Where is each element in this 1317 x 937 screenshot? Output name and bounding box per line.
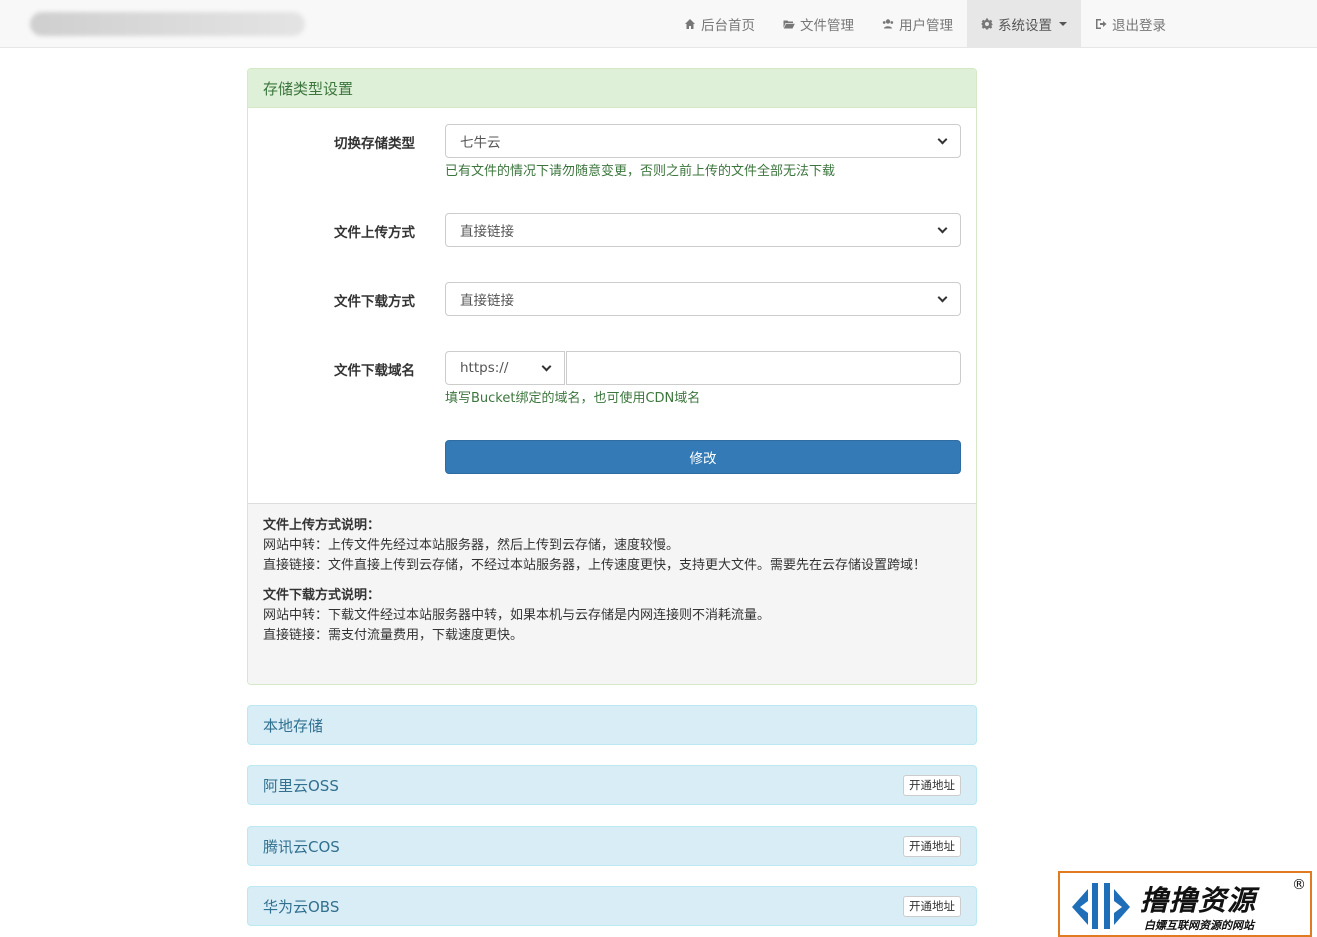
chevron-down-icon (937, 134, 948, 144)
logo-subtitle: 白嫖互联网资源的网站 (1144, 919, 1254, 932)
chevron-down-icon (937, 292, 948, 302)
provider-panel-local[interactable]: 本地存储 (247, 705, 977, 745)
folder-open-icon (783, 20, 795, 29)
nav-item-users[interactable]: 用户管理 (868, 0, 967, 48)
top-navbar: 后台首页 文件管理 用户管理 系统设置 退出登录 (0, 0, 1317, 48)
download-domain-help: 填写Bucket绑定的域名，也可使用CDN域名 (445, 391, 701, 406)
nav-item-settings[interactable]: 系统设置 (967, 0, 1081, 48)
storage-type-value: 七牛云 (460, 135, 501, 151)
provider-name: 华为云OBS (263, 897, 340, 916)
provider-name: 本地存储 (263, 716, 324, 735)
provider-name: 阿里云OSS (263, 776, 339, 795)
nav-label: 系统设置 (998, 18, 1052, 34)
download-note-relay: 网站中转：下载文件经过本站服务器中转，如果本机与云存储是内网连接则不消耗流量。 (263, 608, 771, 623)
chevron-down-icon (937, 223, 948, 233)
provider-name: 腾讯云COS (263, 837, 340, 856)
download-notes-title: 文件下载方式说明： (263, 588, 381, 603)
upload-notes-title: 文件上传方式说明： (263, 518, 381, 533)
logout-icon (1096, 19, 1107, 29)
nav-label: 退出登录 (1112, 18, 1166, 34)
upload-method-label: 文件上传方式 (334, 225, 415, 241)
gear-icon (981, 18, 993, 30)
home-icon (685, 19, 695, 29)
watermark-logo: 撸撸资源 ® 白嫖互联网资源的网站 (1058, 871, 1312, 937)
download-method-value: 直接链接 (460, 293, 514, 309)
upload-note-direct: 直接链接：文件直接上传到云存储，不经过本站服务器，上传速度更快，支持更大文件。需… (263, 558, 927, 573)
upload-note-relay: 网站中转：上传文件先经过本站服务器，然后上传到云存储，速度较慢。 (263, 538, 680, 553)
nav-item-logout[interactable]: 退出登录 (1081, 0, 1180, 48)
provider-panel-aliyun-oss[interactable]: 阿里云OSS 开通地址 (247, 765, 977, 805)
protocol-select[interactable]: https:// (445, 351, 565, 385)
registered-mark: ® (1292, 877, 1306, 893)
users-icon (882, 19, 894, 29)
submit-button[interactable]: 修改 (445, 440, 961, 474)
signup-link-button[interactable]: 开通地址 (903, 774, 961, 796)
storage-type-help: 已有文件的情况下请勿随意变更，否则之前上传的文件全部无法下载 (445, 164, 836, 179)
signup-link-button[interactable]: 开通地址 (903, 835, 961, 857)
provider-panel-huawei-obs[interactable]: 华为云OBS 开通地址 (247, 886, 977, 926)
nav-item-files[interactable]: 文件管理 (769, 0, 868, 48)
nav-label: 用户管理 (899, 18, 953, 34)
download-note-direct: 直接链接：需支付流量费用，下载速度更快。 (263, 628, 524, 643)
download-domain-label: 文件下载域名 (334, 363, 415, 379)
panel-title: 存储类型设置 (248, 69, 976, 108)
storage-type-label: 切换存储类型 (334, 136, 415, 152)
method-notes: 文件上传方式说明： 网站中转：上传文件先经过本站服务器，然后上传到云存储，速度较… (248, 503, 976, 684)
main-nav: 后台首页 文件管理 用户管理 系统设置 退出登录 (670, 0, 1180, 48)
nav-label: 文件管理 (800, 18, 854, 34)
nav-item-dashboard[interactable]: 后台首页 (670, 0, 769, 48)
provider-panel-tencent-cos[interactable]: 腾讯云COS 开通地址 (247, 826, 977, 866)
upload-method-select[interactable]: 直接链接 (445, 213, 961, 247)
download-method-select[interactable]: 直接链接 (445, 282, 961, 316)
protocol-value: https:// (460, 360, 509, 376)
upload-method-value: 直接链接 (460, 224, 514, 240)
chevron-down-icon (541, 361, 552, 371)
logo-title: 撸撸资源 (1140, 884, 1257, 917)
site-brand[interactable] (30, 12, 305, 36)
storage-type-select[interactable]: 七牛云 (445, 124, 961, 158)
signup-link-button[interactable]: 开通地址 (903, 895, 961, 917)
logo-mark-icon (1072, 883, 1130, 929)
domain-input[interactable] (566, 351, 961, 385)
nav-label: 后台首页 (701, 18, 755, 34)
storage-settings-panel: 存储类型设置 切换存储类型 七牛云 已有文件的情况下请勿随意变更，否则之前上传的… (247, 68, 977, 685)
caret-down-icon (1059, 22, 1067, 26)
download-method-label: 文件下载方式 (334, 294, 415, 310)
